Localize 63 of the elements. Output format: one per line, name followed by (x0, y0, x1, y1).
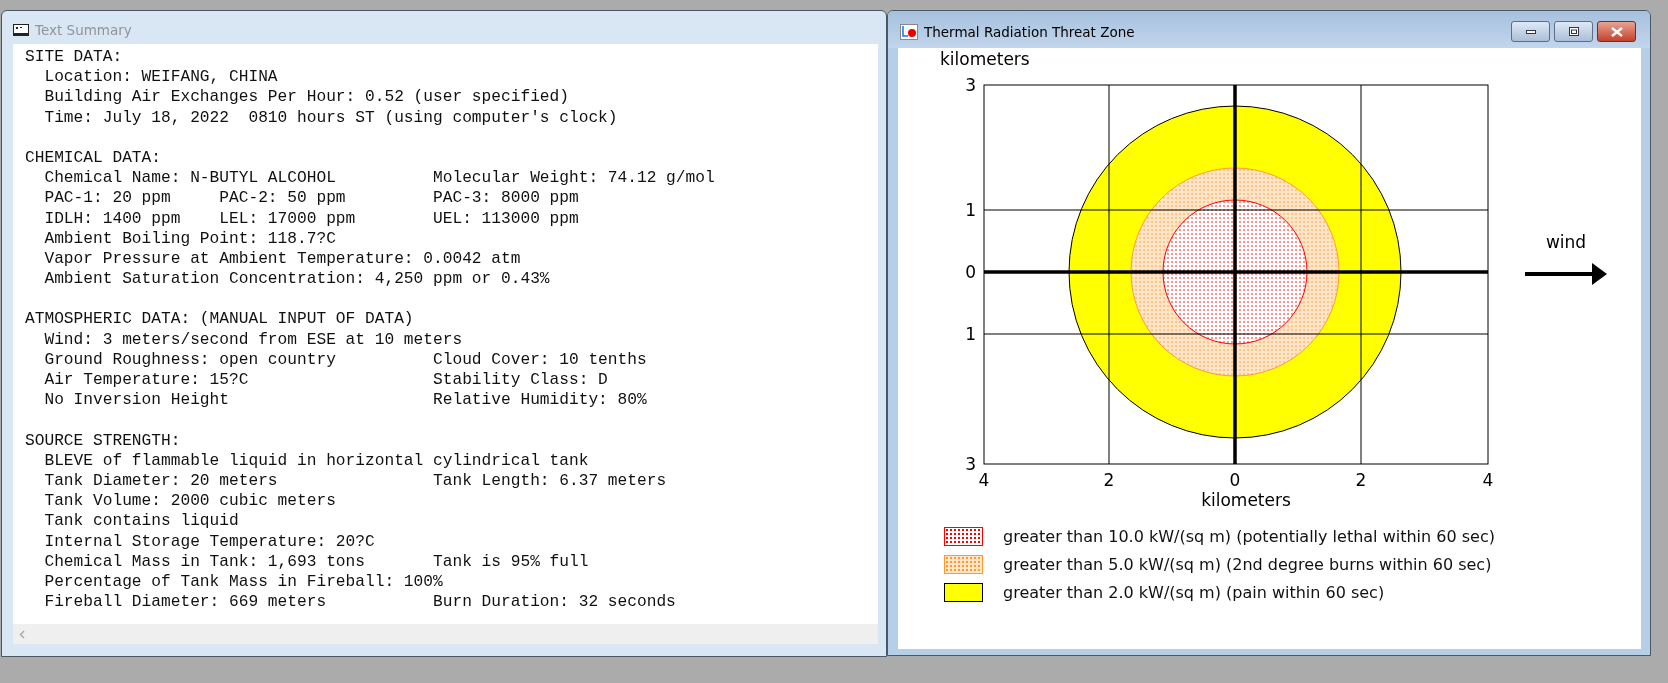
summary-text: PAC-1: 20 ppm (44, 188, 171, 209)
axis-title: kilometers (940, 49, 1030, 69)
tick-label: 2 (1355, 470, 1367, 490)
summary-text: Internal Storage Temperature: 20?C (44, 531, 375, 552)
maximize-button[interactable] (1554, 21, 1593, 42)
summary-text: Tank contains liquid (44, 511, 239, 532)
tick-label: 4 (978, 470, 990, 490)
minimize-icon (1525, 29, 1536, 34)
close-button[interactable] (1597, 21, 1636, 42)
summary-text: Percentage of Tank Mass in Fireball: 100% (44, 571, 443, 593)
section-heading: SITE DATA: (25, 47, 123, 68)
tick-label: 4 (1482, 470, 1494, 490)
summary-text: IDLH: 1400 ppm (44, 208, 181, 229)
section-heading: ATMOSPHERIC DATA: (MANUAL INPUT OF DATA) (25, 309, 414, 330)
legend-label: greater than 10.0 kW/(sq m) (potentially lethal within 60 sec) (1003, 527, 1495, 546)
tick-label: 0 (1229, 470, 1241, 490)
summary-text: Vapor Pressure at Ambient Temperature: 0.0042 atm (44, 248, 521, 270)
minimize-button[interactable] (1511, 21, 1550, 42)
summary-text: LEL: 17000 ppm (219, 208, 356, 229)
summary-text: Relative Humidity: 80% (433, 390, 647, 411)
legend-label: greater than 5.0 kW/(sq m) (2nd degree burns within 60 sec) (1003, 555, 1492, 574)
app-icon (900, 23, 918, 40)
axis-title: kilometers (1201, 490, 1291, 510)
section-heading: CHEMICAL DATA: (25, 147, 161, 169)
tick-label: 3 (965, 454, 976, 474)
summary-text: BLEVE of flammable liquid in horizontal cylindrical tank (44, 450, 589, 471)
tick-label: 1 (965, 324, 976, 344)
maximize-icon (1568, 27, 1579, 36)
horizontal-scrollbar[interactable] (13, 624, 878, 644)
summary-text: Cloud Cover: 10 tenths (433, 349, 647, 370)
summary-text: Building Air Exchanges Per Hour: 0.52 (user specified) (44, 87, 569, 108)
summary-text: Ambient Boiling Point: 118.7?C (44, 228, 336, 249)
summary-text: Tank Volume: 2000 cubic meters (44, 491, 336, 512)
legend-label: greater than 2.0 kW/(sq m) (pain within 60 sec) (1003, 583, 1385, 602)
summary-text: Tank Length: 6.37 meters (433, 470, 667, 492)
summary-text: Tank Diameter: 20 meters (44, 470, 278, 492)
summary-text: Chemical Mass in Tank: 1,693 tons (44, 551, 365, 572)
tick-label: 3 (965, 75, 976, 95)
summary-text: Time: July 18, 2022 0810 hours ST (using computer's clock) (44, 107, 618, 128)
window-title: Thermal Radiation Threat Zone (924, 23, 1135, 40)
summary-text: Wind: 3 meters/second from ESE at 10 meters (44, 329, 463, 350)
window-title: Text Summary (35, 21, 132, 38)
summary-text: Molecular Weight: 74.12 g/mol (433, 168, 715, 189)
summary-text: Stability Class: D (433, 370, 608, 391)
summary-text: Chemical Name: N-BUTYL ALCOHOL (44, 168, 336, 189)
summary-text: Ground Roughness: open country (44, 349, 336, 370)
tick-label: 0 (965, 262, 976, 282)
summary-text: No Inversion Height (44, 390, 229, 411)
tick-label: 1 (965, 200, 976, 220)
summary-text: Air Temperature: 15?C (44, 370, 249, 391)
summary-text: Location: WEIFANG, CHINA (44, 67, 278, 88)
summary-text: Tank is 95% full (433, 551, 589, 572)
summary-text: Ambient Saturation Concentration: 4,250 ppm or 0.43% (44, 269, 550, 290)
close-icon (1610, 26, 1623, 37)
summary-text: UEL: 113000 ppm (433, 208, 579, 229)
wind-label: wind (1545, 232, 1587, 252)
section-heading: SOURCE STRENGTH: (25, 430, 181, 451)
app-icon (13, 23, 29, 36)
summary-text: Fireball Diameter: 669 meters (44, 592, 327, 613)
summary-text: PAC-3: 8000 ppm (433, 188, 579, 209)
tick-label: 2 (1103, 470, 1115, 490)
summary-text: Burn Duration: 32 seconds (433, 592, 676, 613)
summary-text: PAC-2: 50 ppm (219, 188, 346, 209)
